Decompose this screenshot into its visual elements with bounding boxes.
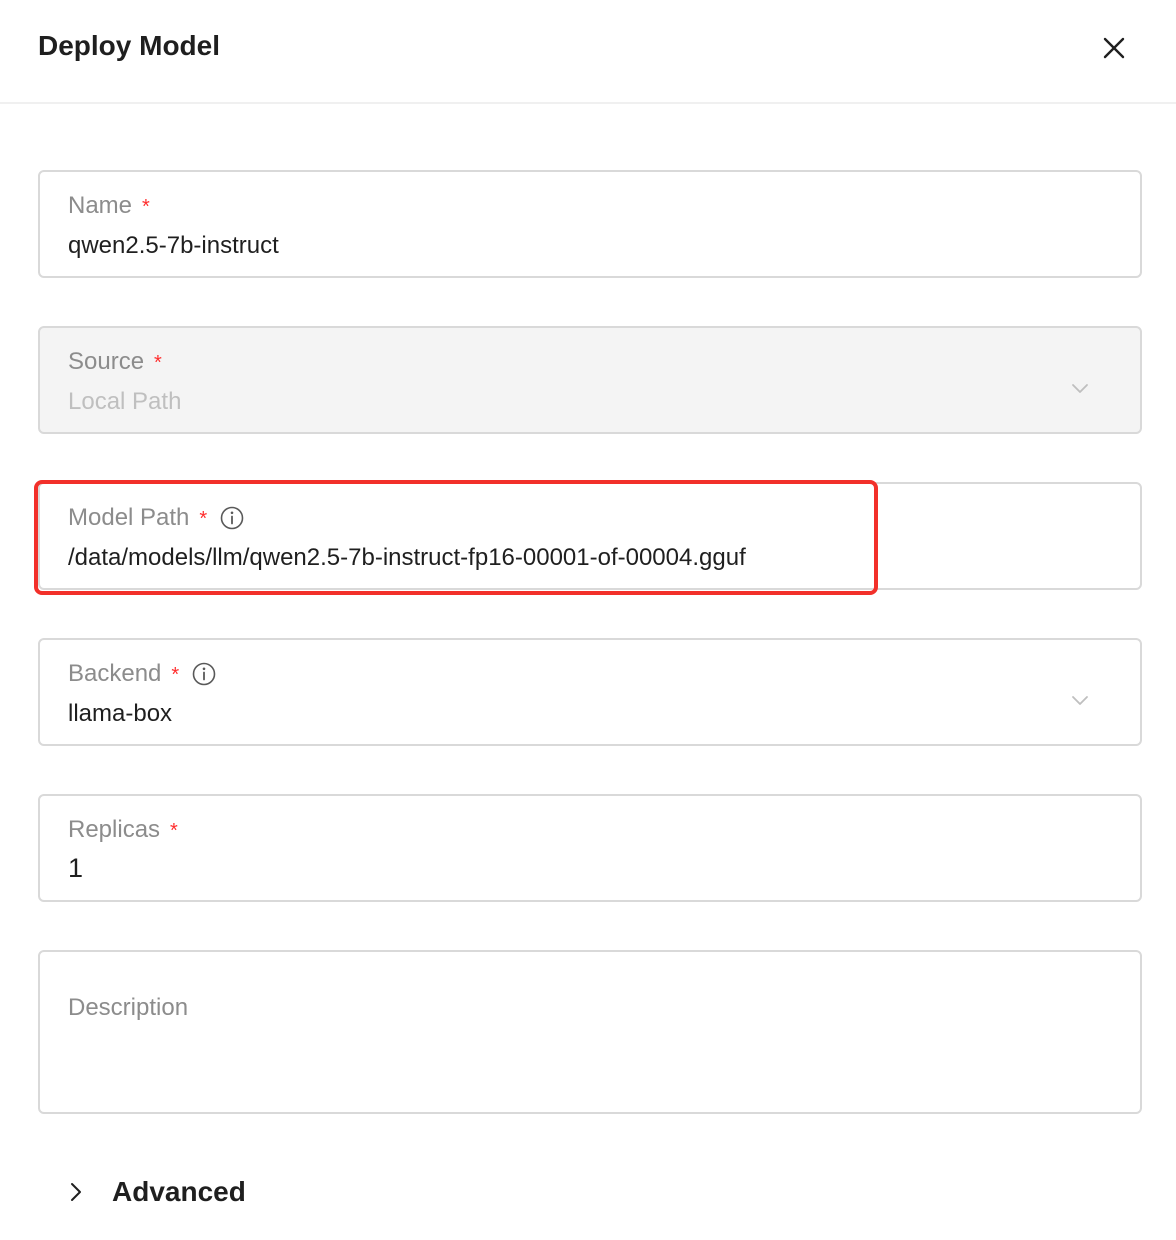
required-mark: * xyxy=(171,663,180,686)
close-icon xyxy=(1103,37,1125,59)
source-value: Local Path xyxy=(68,388,182,415)
info-icon[interactable] xyxy=(219,505,245,531)
required-mark: * xyxy=(199,507,208,530)
description-textarea[interactable]: Description xyxy=(38,950,1142,1114)
backend-value: llama-box xyxy=(68,700,173,727)
name-label: Name xyxy=(68,192,133,219)
advanced-toggle[interactable]: Advanced xyxy=(62,1176,246,1208)
close-button[interactable] xyxy=(1096,30,1132,66)
source-label-row: Source * xyxy=(68,348,162,376)
chevron-down-icon xyxy=(1068,376,1092,400)
source-label: Source xyxy=(68,348,145,375)
replicas-input[interactable]: 1 xyxy=(68,853,83,884)
model-path-field[interactable]: Model Path * /data/models/llm/qwen2.5-7b… xyxy=(38,482,1142,590)
info-icon[interactable] xyxy=(191,661,217,687)
backend-label-row: Backend * xyxy=(68,660,217,688)
name-field[interactable]: Name * qwen2.5-7b-instruct xyxy=(38,170,1142,278)
description-label: Description xyxy=(68,994,189,1021)
model-path-label: Model Path xyxy=(68,504,190,531)
model-path-label-row: Model Path * xyxy=(68,504,245,532)
chevron-right-icon xyxy=(62,1177,92,1207)
advanced-label: Advanced xyxy=(112,1176,246,1207)
required-mark: * xyxy=(154,351,162,374)
dialog-title: Deploy Model xyxy=(38,30,221,61)
model-path-input[interactable]: /data/models/llm/qwen2.5-7b-instruct-fp1… xyxy=(68,544,746,572)
replicas-label: Replicas xyxy=(68,816,161,843)
name-label-row: Name * xyxy=(68,192,150,220)
source-select: Source * Local Path xyxy=(38,326,1142,434)
backend-label: Backend xyxy=(68,660,162,687)
name-input[interactable]: qwen2.5-7b-instruct xyxy=(68,232,279,260)
backend-select[interactable]: Backend * llama-box xyxy=(38,638,1142,746)
replicas-label-row: Replicas * xyxy=(68,816,178,844)
replicas-field[interactable]: Replicas * 1 xyxy=(38,794,1142,902)
description-label-row: Description xyxy=(68,994,188,1022)
chevron-down-icon[interactable] xyxy=(1068,688,1092,712)
required-mark: * xyxy=(142,195,150,218)
required-mark: * xyxy=(170,819,178,842)
dialog-header: Deploy Model xyxy=(0,0,1176,104)
